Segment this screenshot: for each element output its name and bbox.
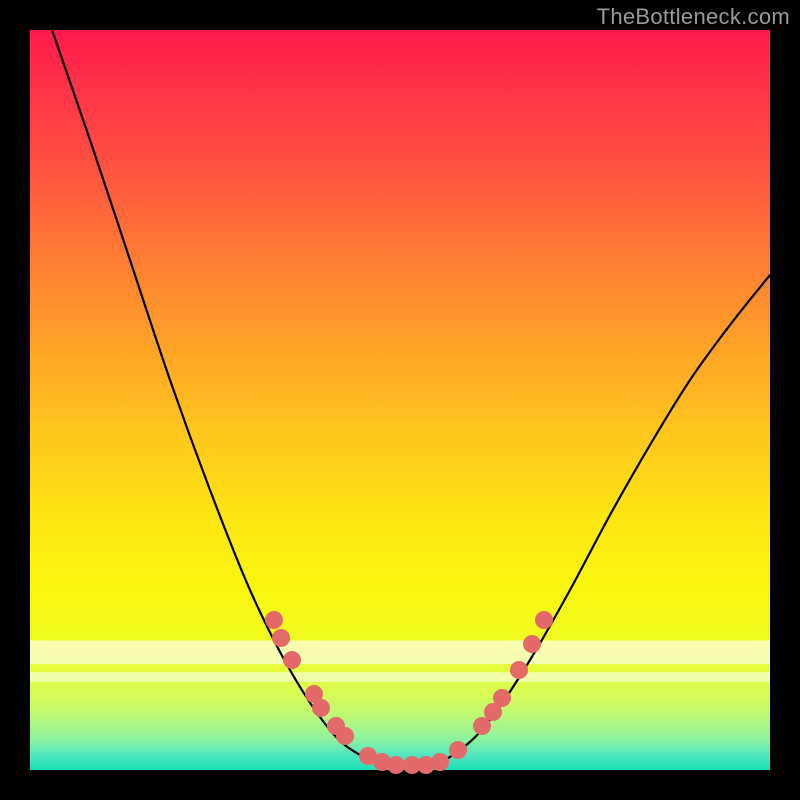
- data-marker: [473, 717, 491, 735]
- data-marker: [431, 753, 449, 771]
- data-marker: [449, 741, 467, 759]
- data-marker: [523, 635, 541, 653]
- data-marker: [493, 689, 511, 707]
- plot-area: [30, 30, 770, 770]
- highlight-band: [30, 672, 770, 682]
- watermark-text: TheBottleneck.com: [597, 4, 790, 30]
- data-marker: [336, 727, 354, 745]
- chart-frame: TheBottleneck.com: [0, 0, 800, 800]
- data-marker: [265, 611, 283, 629]
- highlight-band: [30, 641, 770, 665]
- white-bands-group: [30, 641, 770, 682]
- chart-svg: [30, 30, 770, 770]
- data-marker: [510, 661, 528, 679]
- data-marker: [312, 699, 330, 717]
- data-marker: [387, 756, 405, 774]
- data-marker: [283, 651, 301, 669]
- data-marker: [272, 629, 290, 647]
- data-marker: [535, 611, 553, 629]
